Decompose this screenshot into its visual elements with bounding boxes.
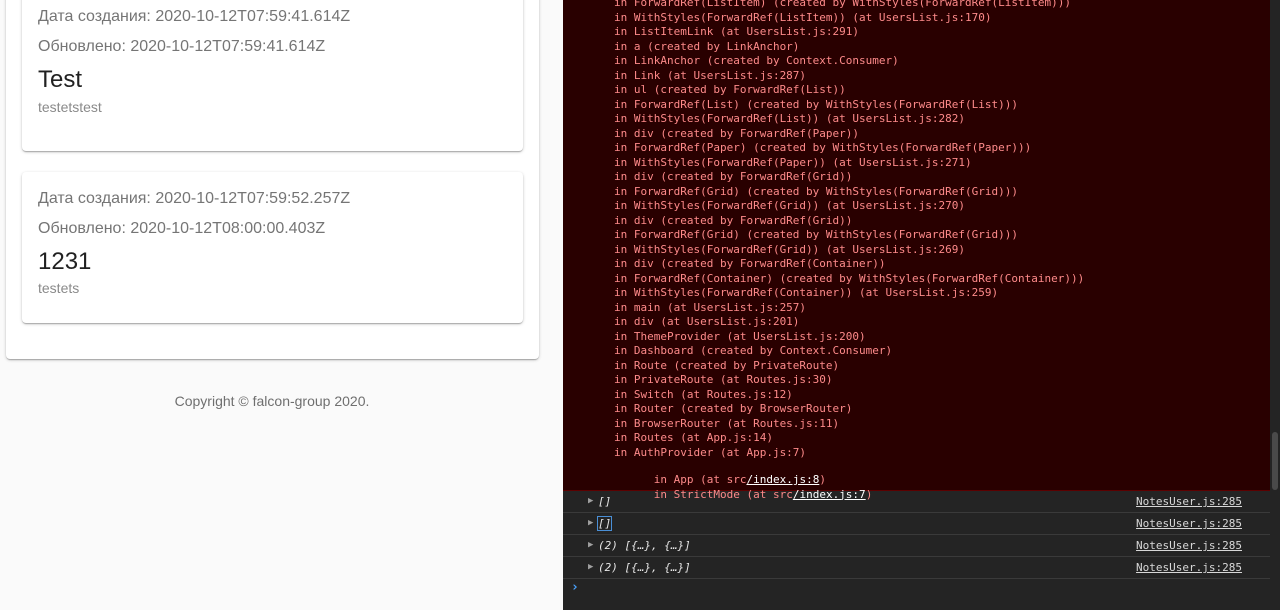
stack-line: in ListItemLink (at UsersList.js:291) — [614, 25, 860, 38]
app-pane: Дата создания: 2020-10-12T07:59:41.614Z … — [0, 0, 563, 610]
error-stack-trace[interactable]: in ForwardRef(ListItem) (created by With… — [563, 0, 1270, 501]
stack-line: in Switch (at Routes.js:12) — [614, 387, 793, 401]
stack-line: in ForwardRef(Container) (created by Wit… — [614, 271, 1085, 285]
stack-line: in ForwardRef(Grid) (created by WithStyl… — [614, 228, 1018, 241]
stack-line: in ForwardRef(ListItem) (created by With… — [614, 0, 1071, 9]
log-value[interactable]: [] — [598, 495, 611, 508]
console-log-row[interactable]: ▶ (2) [{…}, {…}] NotesUser.js:285 — [563, 535, 1270, 557]
stack-line: in div (created by ForwardRef(Grid)) — [614, 213, 853, 227]
stack-line: in a (created by LinkAnchor) — [614, 39, 800, 53]
triangle-right-icon[interactable]: ▶ — [588, 518, 593, 528]
stack-line: in ThemeProvider (at UsersList.js:200) — [614, 329, 866, 343]
stack-line: in div (at UsersList.js:201) — [614, 315, 800, 328]
devtools-console: in ForwardRef(ListItem) (created by With… — [563, 0, 1280, 610]
note-title: Test — [38, 66, 83, 93]
stack-line: in BrowserRouter (at Routes.js:11) — [614, 416, 840, 430]
stack-line: in ForwardRef(Grid) (created by WithStyl… — [614, 184, 1018, 198]
stack-line: in Route (created by PrivateRoute) — [614, 358, 840, 372]
triangle-right-icon[interactable]: ▶ — [588, 562, 593, 572]
stack-line: in WithStyles(ForwardRef(Grid)) (at User… — [614, 199, 965, 212]
stack-line: in div (created by ForwardRef(Container)… — [614, 257, 886, 270]
triangle-right-icon[interactable]: ▶ — [588, 496, 593, 506]
console-log-row[interactable]: ▶ [] NotesUser.js:285 — [563, 513, 1270, 535]
note-card[interactable]: Дата создания: 2020-10-12T07:59:52.257Z … — [22, 172, 523, 323]
stack-line: in PrivateRoute (at Routes.js:30) — [614, 373, 833, 386]
stack-line: in Router (created by BrowserRouter) — [614, 402, 853, 415]
stack-line: in WithStyles(ForwardRef(Grid)) (at User… — [614, 242, 965, 256]
stack-line: in WithStyles(ForwardRef(List)) (at User… — [614, 112, 965, 125]
scrollbar-thumb[interactable] — [1272, 432, 1278, 490]
copyright-text: Copyright © falcon-group 2020. — [174, 393, 370, 409]
log-source-link[interactable]: NotesUser.js:285 — [1136, 495, 1242, 508]
note-text: testets — [38, 280, 80, 296]
stack-line: in ForwardRef(List) (created by WithStyl… — [614, 97, 1018, 111]
chevron-right-icon[interactable]: › — [571, 580, 579, 595]
note-created-date: Дата создания: 2020-10-12T07:59:52.257Z — [38, 190, 351, 207]
stack-line: in main (at UsersList.js:257) — [614, 300, 807, 314]
stack-line: in div (created by ForwardRef(Paper)) — [614, 126, 860, 140]
note-text: testetstest — [38, 99, 102, 115]
note-card[interactable]: Дата создания: 2020-10-12T07:59:41.614Z … — [22, 0, 523, 151]
log-source-link[interactable]: NotesUser.js:285 — [1136, 561, 1242, 574]
console-scrollbar[interactable] — [1270, 0, 1280, 491]
stack-line: in ForwardRef(Paper) (created by WithSty… — [614, 141, 1032, 154]
log-value[interactable]: (2) [{…}, {…}] — [598, 561, 691, 574]
stack-line: in Routes (at App.js:14) — [614, 431, 773, 444]
stack-line: in LinkAnchor (created by Context.Consum… — [614, 54, 899, 67]
console-log-row[interactable]: ▶ (2) [{…}, {…}] NotesUser.js:285 — [563, 557, 1270, 579]
stack-line: in ul (created by ForwardRef(List)) — [614, 83, 846, 96]
console-log-row[interactable]: ▶ [] NotesUser.js:285 — [563, 491, 1270, 513]
stack-line: in WithStyles(ForwardRef(ListItem)) (at … — [614, 10, 992, 24]
note-updated-date: Обновлено: 2020-10-12T08:00:00.403Z — [38, 220, 326, 237]
stack-line: in div (created by ForwardRef(Grid)) — [614, 170, 853, 183]
note-created-date: Дата создания: 2020-10-12T07:59:41.614Z — [38, 8, 351, 25]
stack-line: in WithStyles(ForwardRef(Paper)) (at Use… — [614, 155, 972, 169]
stack-line: in Dashboard (created by Context.Consume… — [614, 344, 893, 357]
log-source-link[interactable]: NotesUser.js:285 — [1136, 539, 1242, 552]
log-source-link[interactable]: NotesUser.js:285 — [1136, 517, 1242, 530]
triangle-right-icon[interactable]: ▶ — [588, 540, 593, 550]
stack-line: in WithStyles(ForwardRef(Container)) (at… — [614, 286, 999, 299]
log-value[interactable]: (2) [{…}, {…}] — [598, 539, 691, 552]
note-updated-date: Обновлено: 2020-10-12T07:59:41.614Z — [38, 38, 326, 55]
log-value[interactable]: [] — [596, 516, 613, 531]
stack-line: in Link (at UsersList.js:287) — [614, 68, 807, 82]
note-title: 1231 — [38, 248, 92, 275]
